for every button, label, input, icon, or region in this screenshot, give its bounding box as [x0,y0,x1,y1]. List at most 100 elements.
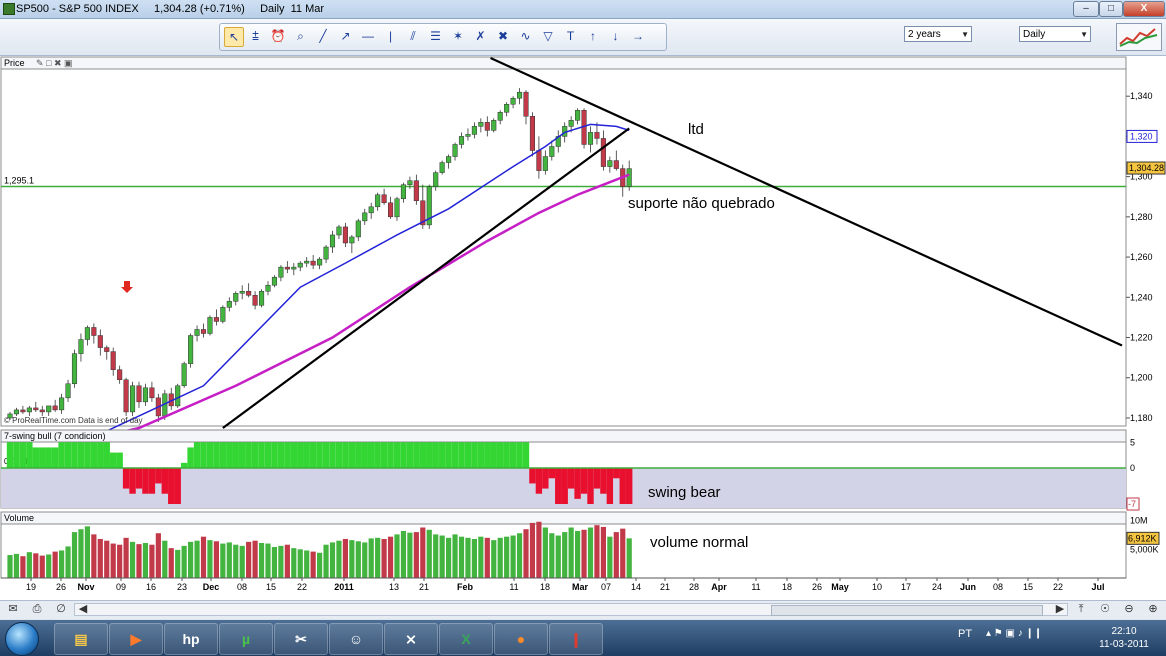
period-select[interactable]: 2 years ▼ [904,26,972,42]
candle [400,184,406,200]
volume-bar [607,536,613,578]
candle [471,126,477,135]
gann-icon[interactable]: ✗ [472,27,490,45]
fan-icon[interactable]: ✶ [449,27,467,45]
fit-icon[interactable]: ⤒ [1074,603,1088,616]
delete-icon[interactable]: ✖ [494,27,512,45]
volume-bar [52,551,58,578]
prorealtime-task[interactable]: ❙ [549,623,603,655]
volume-bar [446,537,452,578]
swing-bar [316,442,323,468]
media-task[interactable]: ▶ [109,623,163,655]
swing-panel-title: 7-swing bull (7 condicion) [4,431,106,441]
swing-bar [303,442,310,468]
network-task[interactable]: ☺ [329,623,383,655]
chevron-down-icon: ▼ [961,30,969,39]
candle [284,266,290,270]
candle [504,103,510,113]
excel-task[interactable]: X [439,623,493,655]
swing-tick-label: 5 [1130,437,1135,447]
firefox-task[interactable]: ● [494,623,548,655]
swing-bar [503,442,510,468]
swing-bar [413,442,420,468]
close-button[interactable]: X [1123,1,1165,17]
swing-bar [226,442,233,468]
volume-bar [549,533,555,578]
triangle-icon[interactable]: ▽ [539,27,557,45]
chart-task[interactable]: ⨯ [384,623,438,655]
zoom-reset-icon[interactable]: ☉ [1098,603,1112,616]
trendline-icon[interactable]: ╱ [314,27,332,45]
candle [20,409,26,413]
scroll-left-icon[interactable]: ◀ [76,603,90,616]
mail-icon[interactable]: ✉ [6,603,20,616]
swing-bar [393,442,401,468]
candle [59,397,65,411]
swing-bar [522,442,530,468]
candle [510,97,516,105]
volume-bar [620,528,626,578]
retracement-icon[interactable]: ∿ [517,27,535,45]
price-panel [0,57,1127,427]
hp-task[interactable]: hp [164,623,218,655]
zoom-icon[interactable]: ⌕ [292,27,310,45]
candle [304,260,310,264]
chart-canvas[interactable]: Price ✎ □ ✖ ▣ 1,180 1,200 1,220 1,240 1,260 1,2… [0,56,1166,600]
maximize-button[interactable]: □ [1099,1,1123,17]
pointer-icon[interactable]: ↖ [224,27,244,47]
no-entry-icon[interactable]: ∅ [54,603,68,616]
volume-bar [536,521,542,578]
x-tick-label: 14 [631,582,641,592]
y-tick-label: 1,200 [1130,373,1153,383]
clock[interactable]: 22:10 11-03-2011 [1094,625,1154,651]
right-arrow-icon[interactable]: → [629,27,647,45]
swing-bar [593,468,601,489]
candle [104,347,110,352]
swing-bar [464,442,472,468]
annotation-volume: volume normal [650,534,748,551]
swing-bar [116,452,123,468]
indicator-preview-icon[interactable] [1116,23,1162,51]
alarm-icon[interactable]: ⏰ [269,27,287,45]
zoom-out-icon[interactable]: ⊖ [1122,603,1136,616]
swing-bar [206,442,214,468]
candle [542,156,548,171]
print-icon[interactable]: ⎙ [30,603,44,616]
candle [362,212,368,222]
ruler-icon[interactable]: ⩲ [247,27,265,45]
text-icon[interactable]: T [562,27,580,45]
explorer-task[interactable]: ▤ [54,623,108,655]
x-tick-label: 11 [509,582,518,592]
zoom-in-icon[interactable]: ⊕ [1146,603,1160,616]
language-indicator[interactable]: PT [958,628,972,640]
scroll-thumb[interactable] [771,605,1043,616]
time-scrollbar[interactable]: ◀ ▶ [74,603,1068,616]
paint-task[interactable]: ✂ [274,623,328,655]
parallel-lines-icon[interactable]: ⫽ [404,27,422,45]
swing-bar [32,447,39,468]
swing-bar [129,468,136,494]
volume-bar [39,555,45,578]
utorrent-task[interactable]: µ [219,623,273,655]
ray-icon[interactable]: ↗ [337,27,355,45]
vertical-line-icon[interactable]: | [382,27,400,45]
interval-select[interactable]: Daily ▼ [1019,26,1091,42]
tray-icons[interactable]: ▴ ⚑ ▣ ♪ ❙❙ [986,628,1042,639]
swing-bar [529,468,536,484]
fibonacci-icon[interactable]: ☰ [427,27,445,45]
volume-bar [613,532,619,578]
volume-bar [271,547,278,578]
swing-bar [322,442,330,468]
scroll-right-icon[interactable]: ▶ [1053,603,1067,616]
swing-bar [271,442,278,468]
horizontal-line-icon[interactable]: — [359,27,377,45]
volume-tick-label: 5,000K [1130,544,1159,554]
minimize-button[interactable]: – [1073,1,1099,17]
up-arrow-icon[interactable]: ↑ [584,27,602,45]
candle [497,112,503,121]
swing-bar [329,442,336,468]
down-arrow-icon[interactable]: ↓ [607,27,625,45]
candle [433,172,439,187]
volume-bar [304,550,310,578]
start-button[interactable] [5,622,39,656]
